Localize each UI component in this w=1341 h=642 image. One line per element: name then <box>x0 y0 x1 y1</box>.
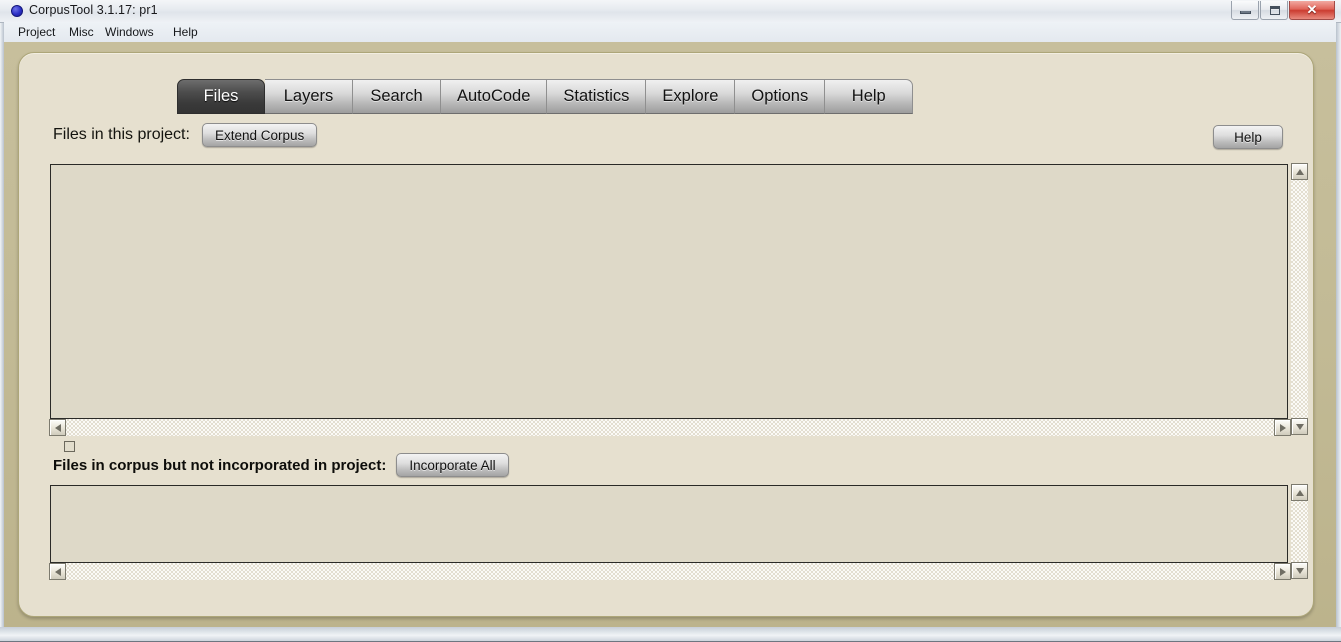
arrow-left-icon <box>54 567 61 576</box>
help-button-container: Help <box>1213 125 1283 149</box>
arrow-down-icon <box>1295 423 1304 430</box>
minimize-button[interactable] <box>1231 1 1259 20</box>
corpus-files-list[interactable] <box>50 485 1288 563</box>
scroll-up-button[interactable] <box>1291 163 1308 180</box>
hscroll-track[interactable] <box>49 419 1291 436</box>
menu-item-misc[interactable]: Misc <box>64 24 99 40</box>
maximize-button[interactable] <box>1260 1 1288 20</box>
scroll-right-button[interactable] <box>1274 563 1291 580</box>
main-panel: Files Layers Search AutoCode Statistics … <box>18 52 1314 617</box>
menu-item-windows[interactable]: Windows <box>100 24 159 40</box>
scroll-down-button[interactable] <box>1291 418 1308 435</box>
project-files-list[interactable] <box>50 164 1288 419</box>
corpus-files-vscrollbar[interactable] <box>1291 484 1308 579</box>
project-files-hscrollbar[interactable] <box>49 419 1291 436</box>
arrow-down-icon <box>1295 567 1304 574</box>
project-files-header: Files in this project: Extend Corpus <box>53 123 318 147</box>
tab-autocode[interactable]: AutoCode <box>441 79 548 114</box>
scroll-up-button[interactable] <box>1291 484 1308 501</box>
vscroll-track[interactable] <box>1291 163 1308 435</box>
tab-bar: Files Layers Search AutoCode Statistics … <box>177 79 914 114</box>
extend-corpus-button[interactable]: Extend Corpus <box>201 123 318 147</box>
app-background: Files Layers Search AutoCode Statistics … <box>4 42 1336 628</box>
scroll-left-button[interactable] <box>49 419 66 436</box>
app-logo-icon <box>11 5 23 17</box>
tab-files[interactable]: Files <box>177 79 265 114</box>
scroll-down-button[interactable] <box>1291 562 1308 579</box>
menu-item-project[interactable]: Project <box>13 24 60 40</box>
tab-layers[interactable]: Layers <box>265 79 353 114</box>
corpus-files-label: Files in corpus but not incorporated in … <box>53 456 387 474</box>
tab-statistics[interactable]: Statistics <box>547 79 647 114</box>
window-controls: ✕ <box>1230 1 1335 20</box>
scroll-right-button[interactable] <box>1274 419 1291 436</box>
arrow-right-icon <box>1279 423 1286 432</box>
window-frame-right <box>1336 0 1341 642</box>
tab-help[interactable]: Help <box>825 79 914 114</box>
minimize-icon <box>1240 11 1251 14</box>
maximize-icon <box>1270 6 1280 15</box>
incorporate-all-button[interactable]: Incorporate All <box>396 453 509 477</box>
menu-item-help[interactable]: Help <box>168 24 203 40</box>
arrow-up-icon <box>1295 489 1304 496</box>
window-title: CorpusTool 3.1.17: pr1 <box>29 3 158 17</box>
help-button[interactable]: Help <box>1213 125 1283 149</box>
window-frame-bottom <box>0 627 1341 642</box>
tab-search[interactable]: Search <box>353 79 441 114</box>
tab-options[interactable]: Options <box>735 79 826 114</box>
close-icon: ✕ <box>1306 2 1318 17</box>
hscroll-track[interactable] <box>49 563 1291 580</box>
tab-explore[interactable]: Explore <box>646 79 736 114</box>
close-button[interactable]: ✕ <box>1289 1 1335 20</box>
project-files-label: Files in this project: <box>53 126 190 143</box>
arrow-right-icon <box>1279 567 1286 576</box>
splitter-grip[interactable] <box>64 441 75 452</box>
arrow-left-icon <box>54 423 61 432</box>
scroll-left-button[interactable] <box>49 563 66 580</box>
project-files-vscrollbar[interactable] <box>1291 163 1308 435</box>
menu-bar: Project Misc Windows Help <box>4 22 1336 43</box>
title-bar[interactable]: CorpusTool 3.1.17: pr1 ✕ <box>0 0 1341 23</box>
corpus-files-hscrollbar[interactable] <box>49 563 1291 580</box>
application-window: CorpusTool 3.1.17: pr1 ✕ Project Misc Wi… <box>0 0 1341 642</box>
arrow-up-icon <box>1295 168 1304 175</box>
corpus-files-header: Files in corpus but not incorporated in … <box>53 453 509 477</box>
